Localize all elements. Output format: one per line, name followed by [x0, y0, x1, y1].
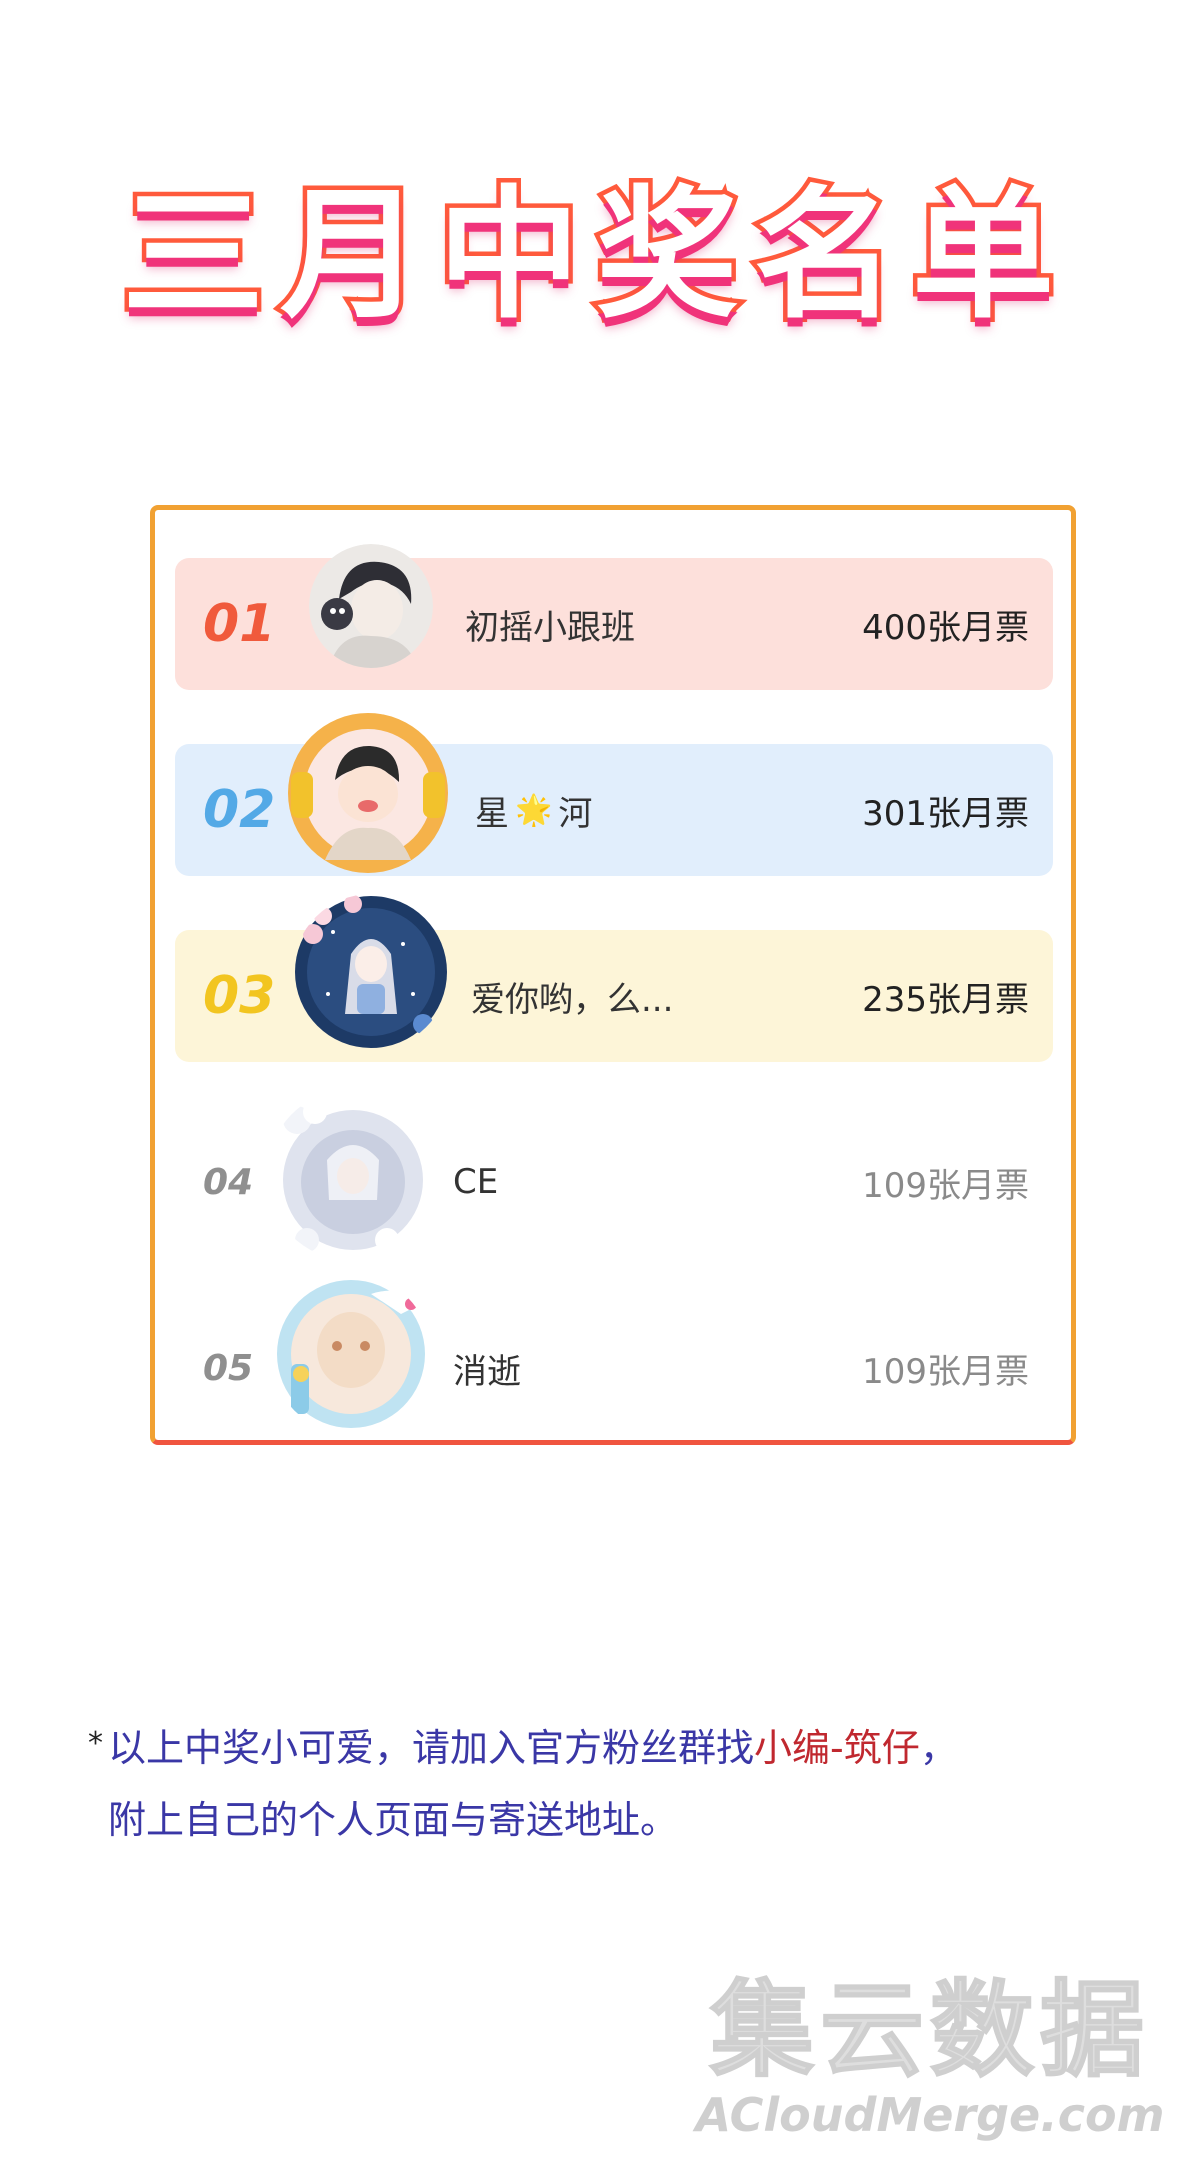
- vote-count: 301张月票: [862, 793, 1029, 834]
- page-title: 三月中奖名单: [118, 173, 1070, 338]
- leaderboard-row-2[interactable]: 02 星 🌟 河 301张月票: [175, 713, 1053, 876]
- note-line-1: * 以上中奖小可爱，请加入官方粉丝群找小编-筑仔，: [88, 1712, 1118, 1784]
- avatar[interactable]: [293, 894, 449, 1050]
- leaderboard-panel: 01 初摇小跟班 400张月票 02 星 🌟 河 301张月票 03 爱你哟，么…: [150, 505, 1076, 1445]
- vote-count: 235张月票: [862, 979, 1029, 1020]
- winner-name-part2: 河: [558, 793, 593, 834]
- note-text-2: ，: [919, 1726, 958, 1770]
- rank-number: 03: [203, 966, 276, 1026]
- winner-name: CE: [453, 1162, 499, 1202]
- leaderboard-row-1[interactable]: 01 初摇小跟班 400张月票: [175, 544, 1053, 690]
- vote-count: 400张月票: [862, 607, 1029, 648]
- editor-contact: 小编-筑仔: [754, 1726, 920, 1770]
- avatar-image: [309, 544, 433, 668]
- leaderboard-row-5[interactable]: 05 消逝 109张月票: [175, 1280, 1053, 1434]
- avatar-image: [277, 1280, 425, 1428]
- winner-name-part1: 星: [475, 793, 509, 834]
- note-line-2: 附上自己的个人页面与寄送地址。: [108, 1798, 679, 1842]
- winner-name: 初摇小跟班: [465, 607, 635, 648]
- avatar[interactable]: [309, 544, 433, 668]
- avatar[interactable]: [271, 1274, 431, 1434]
- asterisk: *: [88, 1726, 103, 1761]
- watermark-en: ACloudMerge.com: [695, 2088, 1165, 2142]
- rank-number: 02: [203, 780, 276, 840]
- note-text-1: 以上中奖小可爱，请加入官方粉丝群找: [108, 1726, 755, 1770]
- watermark-cn: 集云数据: [709, 1969, 1150, 2091]
- avatar-image: [295, 895, 447, 1048]
- winner-name: 消逝: [453, 1351, 521, 1392]
- rank-number: 05: [203, 1347, 254, 1389]
- vote-count: 109张月票: [862, 1165, 1029, 1206]
- vote-count: 109张月票: [862, 1351, 1029, 1392]
- star-emoji-icon: 🌟: [515, 792, 553, 828]
- avatar-image: [283, 1100, 423, 1252]
- leaderboard-row-4[interactable]: 04 CE 109张月票: [175, 1100, 1053, 1252]
- winner-name: 星 🌟 河: [475, 744, 592, 876]
- rank-number: 04: [203, 1161, 254, 1203]
- leaderboard-row-3[interactable]: 03 爱你哟，么... 235张月票: [175, 895, 1053, 1062]
- rank-number: 01: [203, 594, 276, 654]
- watermark: 集云数据 ACloudMerge.com: [680, 1969, 1180, 2145]
- avatar[interactable]: [267, 1090, 431, 1260]
- avatar-image: [288, 713, 448, 873]
- winner-name: 爱你哟，么...: [471, 979, 674, 1020]
- avatar[interactable]: [285, 710, 451, 876]
- prize-claim-note: * 以上中奖小可爱，请加入官方粉丝群找小编-筑仔， 附上自己的个人页面与寄送地址…: [88, 1712, 1118, 1856]
